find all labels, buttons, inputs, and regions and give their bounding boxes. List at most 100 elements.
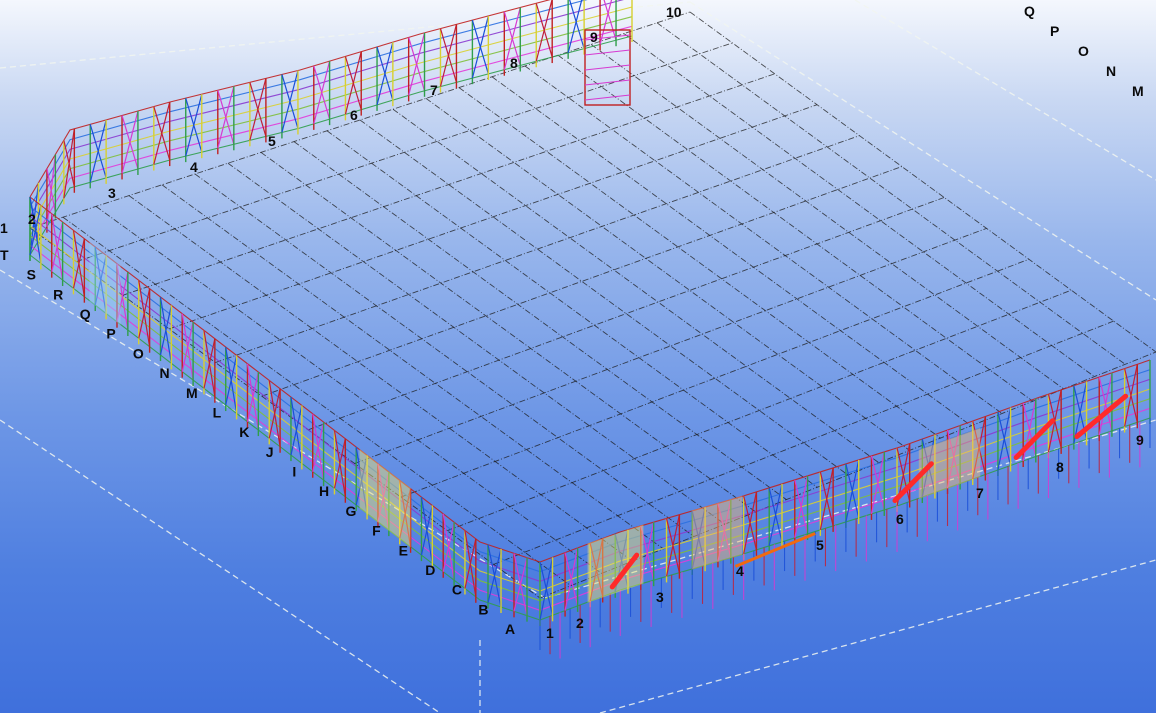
- grid-label-number: 9: [1136, 432, 1144, 448]
- grid-label-letter: Q: [80, 306, 91, 322]
- grid-label-letter: H: [319, 483, 329, 499]
- back-wall-rail: [29, 0, 551, 198]
- grid-label-letter: L: [213, 404, 222, 420]
- side-wall-brace[interactable]: [312, 413, 325, 481]
- back-wall-brace[interactable]: [344, 56, 362, 110]
- side-wall-brace[interactable]: [464, 530, 477, 597]
- side-wall-brace[interactable]: [203, 330, 216, 397]
- grid-line: [557, 54, 1034, 402]
- grid-label-number: 6: [896, 511, 904, 527]
- grid-line: [491, 76, 972, 427]
- grid-line: [623, 33, 1095, 377]
- grid-label-number: 3: [656, 589, 664, 605]
- back-wall-rail: [29, 35, 633, 256]
- structural-model-scene[interactable]: 12345678910 QPONMTSRQPONMLKJIHGFEDCBA 1234…: [0, 0, 1156, 713]
- back-wall-rail: [29, 16, 633, 236]
- grid-label-letter: M: [186, 385, 198, 401]
- grid-line: [656, 22, 1126, 365]
- grid-line: [326, 130, 818, 488]
- floor-grid: [29, 11, 1156, 599]
- grid-label-letter: O: [1078, 43, 1089, 59]
- grid-line: [689, 11, 1156, 353]
- front-wall-brace[interactable]: [539, 561, 554, 616]
- grid-label-letter: P: [106, 326, 115, 342]
- back-end-frame-rail: [584, 49, 631, 56]
- grid-line: [458, 87, 941, 439]
- grid-label-letter: J: [266, 444, 274, 460]
- side-wall-brace[interactable]: [51, 213, 64, 281]
- grid-label-number: 1: [546, 625, 554, 641]
- grid-label-number: 4: [190, 159, 198, 175]
- grid-line: [227, 162, 726, 525]
- back-wall-rail: [29, 0, 624, 217]
- highlighted-member[interactable]: [1074, 393, 1129, 440]
- side-wall-rail: [29, 196, 541, 563]
- side-wall-brace[interactable]: [333, 430, 346, 497]
- grid-line: [62, 216, 572, 587]
- grid-label-number: 8: [1056, 459, 1064, 475]
- grid-label-number: 2: [576, 615, 584, 631]
- side-wall-brace[interactable]: [181, 313, 194, 381]
- wall-framing[interactable]: [29, 0, 1151, 659]
- back-wall-rail: [29, 25, 633, 246]
- grid-label-letter: A: [505, 621, 515, 637]
- grid-label-letter: F: [372, 523, 381, 539]
- grid-label-number: 5: [268, 133, 276, 149]
- grid-label-number: 3: [108, 185, 116, 201]
- grid-line: [392, 108, 880, 464]
- grid-label-number: 9: [590, 29, 598, 45]
- back-wall-brace[interactable]: [567, 0, 584, 53]
- grid-line: [261, 166, 902, 397]
- grid-label-number: 7: [430, 82, 438, 98]
- 3d-model-viewport[interactable]: 1 2 3 4 5 6 7 8 9 10 Q P O N M T S R Q P O N M L K J I H G F E D C B A 1 2 3 4…: [0, 0, 1156, 713]
- grid-line: [354, 227, 987, 464]
- front-wall-panel[interactable]: [587, 524, 644, 603]
- grid-label-number: 10: [666, 4, 682, 20]
- side-wall-panel[interactable]: [359, 449, 411, 548]
- grid-label-letter: E: [399, 542, 408, 558]
- grid-label-letter: S: [27, 267, 36, 283]
- front-wall-rail: [539, 417, 1151, 621]
- side-wall-brace[interactable]: [513, 553, 528, 616]
- side-wall-brace[interactable]: [159, 296, 172, 364]
- grid-label-letter: M: [1132, 83, 1144, 99]
- grid-label-number: 1: [0, 220, 8, 236]
- back-end-frame-rail: [584, 79, 631, 86]
- grid-label-letter: C: [452, 582, 462, 598]
- grid-label-letter: P: [1050, 23, 1059, 39]
- side-wall-panel[interactable]: [89, 241, 121, 326]
- grid-label-letter: G: [346, 503, 357, 519]
- back-wall-brace[interactable]: [376, 46, 394, 101]
- grid-label-letter: O: [133, 345, 144, 361]
- grid-label-number: 8: [510, 55, 518, 71]
- grid-label-letter: Q: [1024, 3, 1035, 19]
- side-wall-brace[interactable]: [290, 396, 303, 464]
- grid-label-number: 4: [736, 563, 744, 579]
- grid-label-letter: B: [478, 601, 488, 617]
- grid-label-number: 6: [350, 107, 358, 123]
- grid-line: [260, 152, 756, 513]
- grid-line: [293, 141, 787, 500]
- grid-label-letter: I: [292, 464, 296, 480]
- side-wall-brace[interactable]: [72, 230, 85, 297]
- guide-line: [854, 0, 1156, 181]
- side-wall-brace[interactable]: [420, 497, 433, 564]
- grid-line: [359, 119, 849, 476]
- grid-line: [425, 98, 910, 451]
- side-wall-brace[interactable]: [268, 380, 281, 447]
- grid-line: [215, 135, 860, 363]
- grid-line: [194, 173, 695, 537]
- side-wall-brace[interactable]: [487, 544, 502, 608]
- grid-line: [524, 65, 1003, 414]
- side-wall-brace[interactable]: [442, 513, 455, 581]
- grid-label-number: 2: [28, 211, 36, 227]
- grid-line: [76, 42, 733, 263]
- back-wall-brace[interactable]: [313, 65, 331, 120]
- grid-label-letter: K: [239, 424, 249, 440]
- grid-line: [590, 44, 1064, 390]
- grid-label-letter: R: [53, 286, 63, 302]
- grid-label-number: 7: [976, 485, 984, 501]
- front-wall-panel[interactable]: [691, 495, 743, 570]
- front-wall-brace[interactable]: [564, 552, 579, 607]
- grid-line: [308, 197, 945, 431]
